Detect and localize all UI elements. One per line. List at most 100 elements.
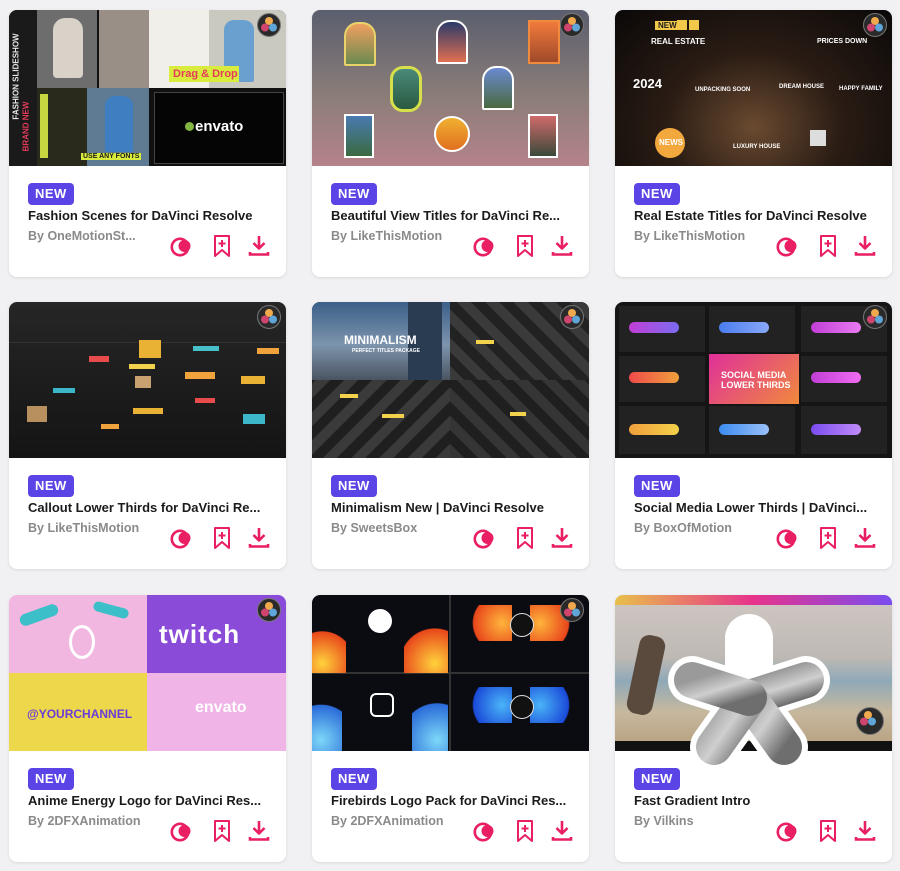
item-author[interactable]: By SweetsBox [331,521,449,535]
item-title[interactable]: Beautiful View Titles for DaVinci Re... [331,208,576,223]
thumb-text: PRICES DOWN [817,38,868,45]
bookmark-add-icon[interactable] [209,525,235,551]
download-icon[interactable] [852,525,878,551]
thumb-text: FASHION SLIDESHOW [11,33,21,120]
new-badge: NEW [28,183,74,205]
davinci-resolve-icon [560,13,584,37]
thumb-text: envato [195,118,244,135]
item-card[interactable]: twitch @YOURCHANNEL envato NEW Anime Ene… [9,595,286,862]
item-card[interactable]: NEW Firebirds Logo Pack for DaVinci Res.… [312,595,589,862]
item-thumbnail[interactable] [9,302,286,458]
preview-icon[interactable] [775,818,801,844]
bookmark-add-icon[interactable] [512,818,538,844]
thumb-text: NEW [655,21,680,30]
download-icon[interactable] [852,233,878,259]
item-thumbnail[interactable] [312,10,589,166]
item-title[interactable]: Minimalism New | DaVinci Resolve [331,500,576,515]
davinci-resolve-icon [863,13,887,37]
download-icon[interactable] [246,525,272,551]
new-badge: NEW [331,475,377,497]
item-thumbnail[interactable]: SOCIAL MEDIA LOWER THIRDS [615,302,892,458]
item-title[interactable]: Fast Gradient Intro [634,793,879,808]
bookmark-add-icon[interactable] [815,818,841,844]
item-thumbnail[interactable]: MINIMALISM PERFECT TITLES PACKAGE [312,302,589,458]
item-thumbnail[interactable]: twitch @YOURCHANNEL envato [9,595,286,751]
bookmark-add-icon[interactable] [815,233,841,259]
thumb-text: LOWER THIRDS [721,380,791,390]
thumb-text: twitch [159,619,241,649]
download-icon[interactable] [852,818,878,844]
thumb-text: BRAND NEW [21,101,31,152]
item-card[interactable]: MINIMALISM PERFECT TITLES PACKAGE NEW Mi… [312,302,589,569]
davinci-resolve-icon [257,13,281,37]
bookmark-add-icon[interactable] [209,233,235,259]
thumb-text: @YOURCHANNEL [27,707,133,721]
thumb-text: envato [195,699,247,716]
item-card[interactable]: FASHION SLIDESHOW Drag & Drop BRAND NEW … [9,10,286,277]
item-thumbnail[interactable]: NEW REAL ESTATE PRICES DOWN 2024 UNPACKI… [615,10,892,166]
download-icon[interactable] [246,818,272,844]
download-icon[interactable] [549,525,575,551]
new-badge: NEW [28,475,74,497]
davinci-resolve-icon [560,598,584,622]
loading-spinner-icon [657,610,842,785]
preview-icon[interactable] [775,233,801,259]
item-card[interactable]: NEW Callout Lower Thirds for DaVinci Re.… [9,302,286,569]
thumb-text: HAPPY FAMILY [839,86,883,92]
item-title[interactable]: Fashion Scenes for DaVinci Resolve [28,208,273,223]
download-icon[interactable] [549,818,575,844]
preview-icon[interactable] [169,233,195,259]
item-author[interactable]: By 2DFXAnimation [28,814,146,828]
item-title[interactable]: Real Estate Titles for DaVinci Resolve [634,208,879,223]
item-author[interactable]: By LikeThisMotion [331,229,449,243]
item-card[interactable]: NEW REAL ESTATE PRICES DOWN 2024 UNPACKI… [615,10,892,277]
davinci-resolve-icon [856,707,884,735]
davinci-resolve-icon [257,305,281,329]
davinci-resolve-icon [257,598,281,622]
item-card[interactable]: SOCIAL MEDIA LOWER THIRDS NEW Social Med… [615,302,892,569]
item-title[interactable]: Anime Energy Logo for DaVinci Res... [28,793,273,808]
item-title[interactable]: Callout Lower Thirds for DaVinci Re... [28,500,273,515]
thumb-text: NEWS [659,138,683,147]
item-author[interactable]: By LikeThisMotion [634,229,752,243]
thumb-text: Drag & Drop [173,68,238,80]
bookmark-add-icon[interactable] [512,233,538,259]
davinci-resolve-icon [863,305,887,329]
item-thumbnail[interactable]: FASHION SLIDESHOW Drag & Drop BRAND NEW … [9,10,286,166]
item-author[interactable]: By BoxOfMotion [634,521,752,535]
item-title[interactable]: Social Media Lower Thirds | DaVinci... [634,500,879,515]
preview-icon[interactable] [775,525,801,551]
thumb-text: MINIMALISM [344,333,417,347]
thumb-text: 2024 [633,76,662,91]
download-icon[interactable] [549,233,575,259]
preview-icon[interactable] [472,233,498,259]
item-card[interactable]: NEW Beautiful View Titles for DaVinci Re… [312,10,589,277]
davinci-resolve-icon [560,305,584,329]
bookmark-add-icon[interactable] [512,525,538,551]
new-badge: NEW [331,183,377,205]
new-badge: NEW [28,768,74,790]
thumb-text: LUXURY HOUSE [733,144,781,150]
thumb-text: PERFECT TITLES PACKAGE [352,348,420,354]
new-badge: NEW [331,768,377,790]
thumb-text: DREAM HOUSE [779,84,825,90]
item-author[interactable]: By Vilkins [634,814,752,828]
item-author[interactable]: By 2DFXAnimation [331,814,449,828]
new-badge: NEW [634,183,680,205]
preview-icon[interactable] [169,818,195,844]
download-icon[interactable] [246,233,272,259]
bookmark-add-icon[interactable] [815,525,841,551]
thumb-text: USE ANY FONTS [81,153,142,160]
preview-icon[interactable] [472,818,498,844]
new-badge: NEW [634,475,680,497]
preview-icon[interactable] [169,525,195,551]
thumb-text: SOCIAL MEDIA [721,370,787,380]
thumb-text: UNPACKING SOON [695,87,751,93]
item-title[interactable]: Firebirds Logo Pack for DaVinci Res... [331,793,576,808]
item-thumbnail[interactable] [312,595,589,751]
preview-icon[interactable] [472,525,498,551]
thumb-text: REAL ESTATE [651,37,706,46]
bookmark-add-icon[interactable] [209,818,235,844]
item-author[interactable]: By OneMotionSt... [28,229,146,243]
item-author[interactable]: By LikeThisMotion [28,521,146,535]
